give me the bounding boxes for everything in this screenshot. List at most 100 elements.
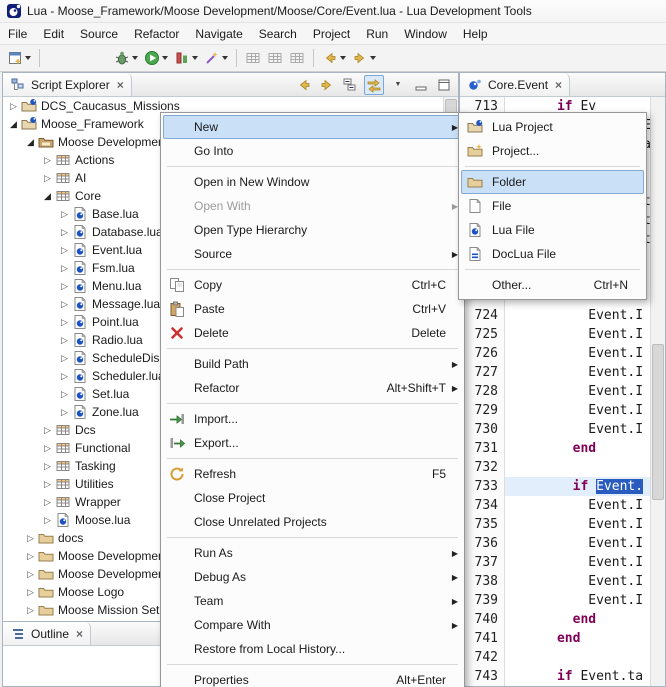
line-number[interactable]: 739 [460,591,505,610]
back-history-button[interactable] [320,47,348,69]
line-number[interactable]: 732 [460,458,505,477]
context-menu-item-run-as[interactable]: Run As▶ [163,541,462,565]
line-number[interactable]: 738 [460,572,505,591]
code-line-text[interactable]: Event.I [505,382,651,401]
code-line-text[interactable]: Event.I [505,363,651,382]
context-menu-item-team[interactable]: Team▶ [163,589,462,613]
new-submenu-item-other[interactable]: Other...Ctrl+N [461,273,644,297]
new-submenu-item-lua-project[interactable]: Lua Project [461,115,644,139]
twistie-collapsed-icon[interactable]: ▷ [41,173,54,184]
context-menu-item-properties[interactable]: PropertiesAlt+Enter [163,668,462,687]
maximize-button[interactable] [435,76,453,94]
line-number[interactable]: 728 [460,382,505,401]
twistie-collapsed-icon[interactable]: ▷ [24,551,37,562]
line-number[interactable]: 729 [460,401,505,420]
dropdown-caret-icon[interactable] [192,56,198,60]
context-menu-item-paste[interactable]: PasteCtrl+V [163,297,462,321]
context-menu-item-delete[interactable]: DeleteDelete [163,321,462,345]
table-view-2-button[interactable] [265,47,285,69]
context-menu-item-debug-as[interactable]: Debug As▶ [163,565,462,589]
line-number[interactable]: 730 [460,420,505,439]
menubar-item-file[interactable]: File [0,25,35,43]
new-submenu-item-doclua-file[interactable]: DocLua File [461,242,644,266]
forward-history-button[interactable] [350,47,378,69]
twistie-collapsed-icon[interactable]: ▷ [7,101,20,112]
twistie-collapsed-icon[interactable]: ▷ [58,227,71,238]
twistie-collapsed-icon[interactable]: ▷ [41,479,54,490]
context-menu-item-open-type-hierarchy[interactable]: Open Type Hierarchy [163,218,462,242]
twistie-collapsed-icon[interactable]: ▷ [58,209,71,220]
code-line-text[interactable]: Event.I [505,401,651,420]
twistie-collapsed-icon[interactable]: ▷ [58,281,71,292]
line-number[interactable]: 741 [460,629,505,648]
line-number[interactable]: 725 [460,325,505,344]
forward-button[interactable] [318,76,336,94]
external-tools-button[interactable] [202,47,230,69]
code-line-text[interactable]: end [505,439,651,458]
twistie-collapsed-icon[interactable]: ▷ [58,263,71,274]
twistie-collapsed-icon[interactable]: ▷ [58,335,71,346]
twistie-expanded-icon[interactable]: ◢ [7,119,20,130]
twistie-expanded-icon[interactable]: ◢ [24,137,37,148]
tab-script-explorer[interactable]: Script Explorer × [3,73,132,96]
line-number[interactable]: 740 [460,610,505,629]
code-line-text[interactable]: Event.I [505,325,651,344]
menubar-item-project[interactable]: Project [305,25,358,43]
line-number[interactable]: 736 [460,534,505,553]
context-menu-item-export[interactable]: Export... [163,431,462,455]
dropdown-caret-icon[interactable] [25,56,31,60]
line-number[interactable]: 734 [460,496,505,515]
twistie-collapsed-icon[interactable]: ▷ [24,569,37,580]
twistie-collapsed-icon[interactable]: ▷ [41,155,54,166]
twistie-collapsed-icon[interactable]: ▷ [41,425,54,436]
line-number[interactable]: 743 [460,667,505,686]
editor-scrollbar[interactable] [650,97,665,686]
close-icon[interactable]: × [553,78,562,92]
line-number[interactable]: 724 [460,306,505,325]
context-menu-item-source[interactable]: Source▶ [163,242,462,266]
run-button[interactable] [142,47,170,69]
context-menu-item-refactor[interactable]: RefactorAlt+Shift+T▶ [163,376,462,400]
code-line-text[interactable]: Event.I [505,344,651,363]
menubar-item-help[interactable]: Help [455,25,496,43]
line-number[interactable]: 742 [460,648,505,667]
code-line-text[interactable]: Event.I [505,306,651,325]
context-menu-item-new[interactable]: New▶ [163,115,462,139]
close-icon[interactable]: × [115,78,124,92]
twistie-collapsed-icon[interactable]: ▷ [58,353,71,364]
code-line-text[interactable]: Event.I [505,534,651,553]
twistie-collapsed-icon[interactable]: ▷ [41,461,54,472]
twistie-collapsed-icon[interactable]: ▷ [24,587,37,598]
coverage-button[interactable] [172,47,200,69]
menubar-item-run[interactable]: Run [358,25,396,43]
twistie-collapsed-icon[interactable]: ▷ [58,245,71,256]
tab-core-event[interactable]: Core.Event × [460,73,570,96]
code-line-text[interactable]: if Event.ta [505,667,651,686]
line-number[interactable]: 733 [460,477,505,496]
context-menu-item-go-into[interactable]: Go Into [163,139,462,163]
code-line-text[interactable]: Event.I [505,591,651,610]
link-with-editor-button[interactable] [364,75,384,95]
new-button[interactable] [5,47,33,69]
menubar-item-edit[interactable]: Edit [35,25,72,43]
menubar-item-navigate[interactable]: Navigate [187,25,250,43]
context-menu-item-close-project[interactable]: Close Project [163,486,462,510]
twistie-expanded-icon[interactable]: ◢ [41,191,54,202]
context-menu-item-compare-with[interactable]: Compare With▶ [163,613,462,637]
view-menu-button[interactable]: ▼ [389,76,407,94]
context-menu-item-import[interactable]: Import... [163,407,462,431]
twistie-collapsed-icon[interactable]: ▷ [58,299,71,310]
code-line-text[interactable] [505,458,651,477]
table-view-1-button[interactable] [243,47,263,69]
context-menu-item-open-in-new-window[interactable]: Open in New Window [163,170,462,194]
code-line-text[interactable]: Event.I [505,420,651,439]
line-number[interactable]: 731 [460,439,505,458]
context-menu-item-close-unrelated-projects[interactable]: Close Unrelated Projects [163,510,462,534]
context-menu-item-build-path[interactable]: Build Path▶ [163,352,462,376]
table-view-3-button[interactable] [287,47,307,69]
menubar-item-refactor[interactable]: Refactor [126,25,187,43]
collapse-all-button[interactable] [341,76,359,94]
code-line-text[interactable]: Event.I [505,572,651,591]
dropdown-caret-icon[interactable] [162,56,168,60]
context-menu-item-copy[interactable]: CopyCtrl+C [163,273,462,297]
